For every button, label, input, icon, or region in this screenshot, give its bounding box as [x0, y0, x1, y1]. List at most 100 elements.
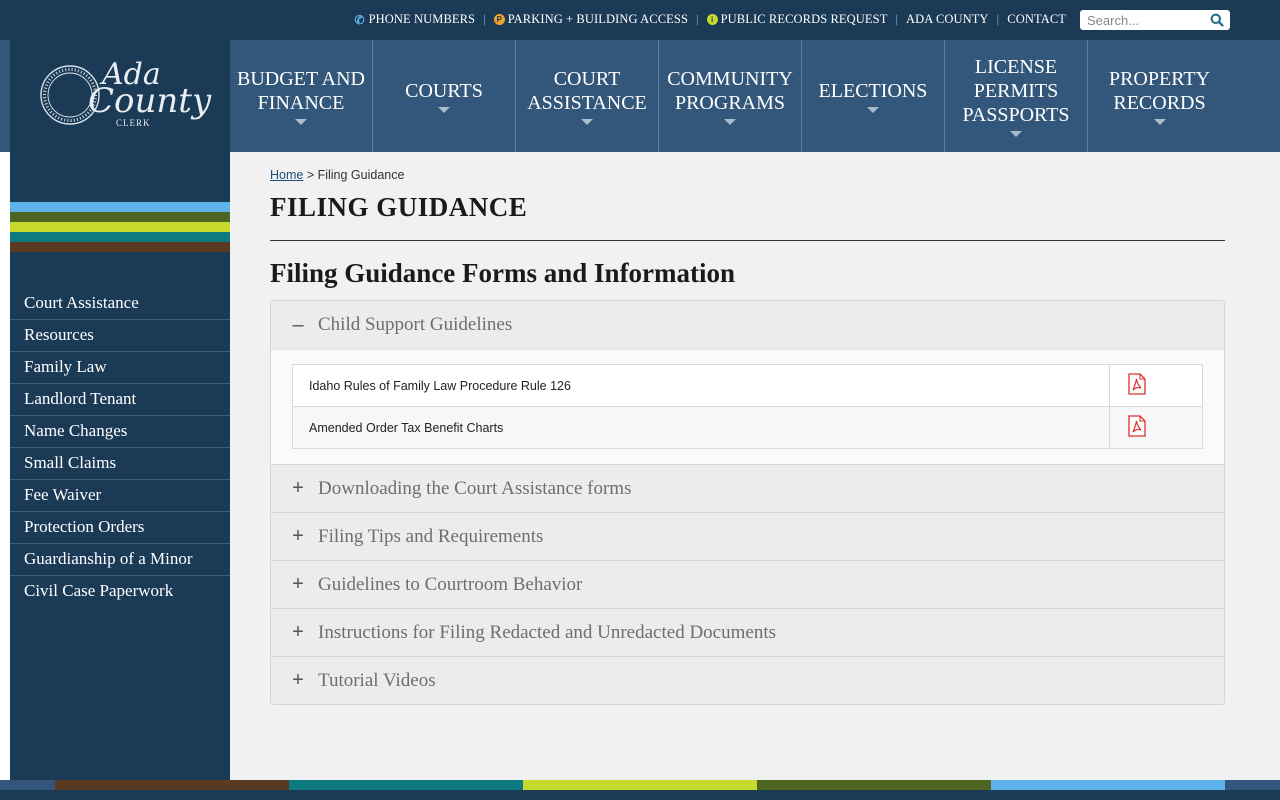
caret-down-icon	[867, 107, 879, 113]
expand-icon: +	[292, 621, 304, 643]
accordion-header-filing-tips[interactable]: + Filing Tips and Requirements	[271, 512, 1224, 560]
nav-court-assistance[interactable]: COURT ASSISTANCE	[516, 40, 659, 152]
nav-budget-finance[interactable]: BUDGET AND FINANCE	[230, 40, 373, 152]
accordion-title: Tutorial Videos	[318, 669, 436, 691]
expand-icon: +	[292, 477, 304, 499]
accordion-header-child-support[interactable]: – Child Support Guidelines	[271, 301, 1224, 349]
accordion-title: Child Support Guidelines	[318, 314, 513, 335]
sidebar-item-resources[interactable]: Resources	[10, 320, 230, 352]
caret-down-icon	[295, 119, 307, 125]
utility-bar: ✆ PHONE NUMBERS | P PARKING + BUILDING A…	[0, 0, 1280, 40]
search-box	[1080, 10, 1230, 30]
caret-down-icon	[1153, 119, 1166, 125]
nav-elections[interactable]: ELECTIONS	[802, 40, 945, 152]
utility-link-contact[interactable]: CONTACT	[1007, 12, 1066, 27]
nav-label-line: LICENSE	[974, 56, 1058, 78]
utility-separator: |	[996, 12, 1000, 26]
footer-stripe	[523, 780, 757, 790]
expand-icon: +	[292, 573, 304, 595]
nav-property-records[interactable]: PROPERTY RECORDS	[1088, 40, 1231, 152]
stripe-lime	[10, 222, 230, 232]
stripe-brown	[10, 242, 230, 252]
left-edge-strip	[0, 152, 10, 780]
utility-link-label: PUBLIC RECORDS REQUEST	[720, 12, 888, 26]
footer-stripe	[0, 780, 55, 790]
stripe-olive	[10, 212, 230, 222]
nav-label-line: PERMITS	[973, 80, 1059, 102]
table-row: Idaho Rules of Family Law Procedure Rule…	[292, 364, 1203, 407]
utility-link-phone-numbers[interactable]: ✆ PHONE NUMBERS	[354, 12, 476, 27]
accordion-header-tutorial-videos[interactable]: + Tutorial Videos	[271, 656, 1224, 704]
nav-community-programs[interactable]: COMMUNITY PROGRAMS	[659, 40, 802, 152]
nav-license-permits-passports[interactable]: LICENSE PERMITS PASSPORTS	[945, 40, 1088, 152]
parking-icon: P	[493, 14, 505, 25]
utility-link-label: PARKING + BUILDING ACCESS	[507, 12, 689, 26]
stripe-teal	[10, 232, 230, 242]
document-table: Idaho Rules of Family Law Procedure Rule…	[292, 364, 1203, 449]
sidebar-item-court-assistance[interactable]: Court Assistance	[10, 288, 230, 320]
accordion-header-redacted-documents[interactable]: + Instructions for Filing Redacted and U…	[271, 608, 1224, 656]
expand-icon: +	[292, 669, 304, 691]
sidebar-item-protection-orders[interactable]: Protection Orders	[10, 512, 230, 544]
document-file-cell	[1109, 406, 1203, 449]
footer-stripe	[757, 780, 991, 790]
pdf-icon[interactable]	[1128, 373, 1146, 395]
utility-link-label: CONTACT	[1007, 12, 1066, 26]
caret-down-icon	[1010, 131, 1022, 137]
footer-stripe	[1225, 780, 1280, 790]
utility-separator: |	[895, 12, 899, 26]
search-icon[interactable]	[1210, 13, 1224, 27]
nav-label-line: PROGRAMS	[674, 92, 786, 114]
breadcrumb: Home > Filing Guidance	[270, 168, 404, 182]
nav-courts[interactable]: COURTS	[373, 40, 516, 152]
utility-link-parking[interactable]: P PARKING + BUILDING ACCESS	[493, 12, 689, 27]
caret-down-icon	[724, 119, 736, 125]
accordion-panel-child-support: Idaho Rules of Family Law Procedure Rule…	[271, 349, 1224, 464]
logo-word-clerk: CLERK	[116, 118, 151, 128]
sidebar-item-family-law[interactable]: Family Law	[10, 352, 230, 384]
footer-stripe	[991, 780, 1225, 790]
stripe-blue	[10, 202, 230, 212]
breadcrumb-home-link[interactable]: Home	[270, 168, 303, 182]
nav-label-line: PASSPORTS	[962, 104, 1070, 126]
pdf-icon[interactable]	[1128, 415, 1146, 437]
footer-color-bar	[0, 780, 1280, 790]
accordion-header-courtroom-behavior[interactable]: + Guidelines to Courtroom Behavior	[271, 560, 1224, 608]
breadcrumb-current: Filing Guidance	[317, 168, 405, 182]
page-title: FILING GUIDANCE	[270, 192, 528, 222]
accordion-header-downloading-forms[interactable]: + Downloading the Court Assistance forms	[271, 464, 1224, 512]
utility-link-label: PHONE NUMBERS	[368, 12, 476, 26]
footer-stripe	[55, 780, 289, 790]
info-icon: i	[706, 14, 718, 25]
logo[interactable]: Ada County CLERK	[10, 40, 230, 152]
phone-icon: ✆	[354, 12, 365, 27]
accordion-title: Downloading the Court Assistance forms	[318, 477, 632, 499]
utility-link-public-records[interactable]: i PUBLIC RECORDS REQUEST	[706, 12, 888, 27]
title-divider	[270, 240, 1225, 241]
sidebar-item-name-changes[interactable]: Name Changes	[10, 416, 230, 448]
sidebar-item-guardianship-minor[interactable]: Guardianship of a Minor	[10, 544, 230, 576]
accordion-title: Filing Tips and Requirements	[318, 525, 544, 547]
nav-label-line: BUDGET AND	[237, 68, 365, 90]
utility-separator: |	[483, 12, 486, 26]
table-row: Amended Order Tax Benefit Charts	[292, 406, 1203, 449]
color-stripes	[10, 202, 230, 252]
nav-label-line: RECORDS	[1113, 92, 1206, 114]
utility-link-ada-county[interactable]: ADA COUNTY	[906, 12, 989, 27]
sidebar-item-civil-case-paperwork[interactable]: Civil Case Paperwork	[10, 576, 230, 608]
ada-county-clerk-seal-icon: Ada County CLERK	[40, 57, 212, 128]
section-heading: Filing Guidance Forms and Information	[270, 258, 736, 288]
document-file-cell	[1109, 364, 1203, 407]
utility-separator: |	[696, 12, 699, 26]
caret-down-icon	[438, 107, 450, 113]
search-input[interactable]	[1080, 11, 1206, 29]
document-name: Amended Order Tax Benefit Charts	[292, 406, 1110, 449]
collapse-icon: –	[292, 313, 304, 336]
nav-label-line: FINANCE	[257, 92, 345, 114]
sidebar-item-small-claims[interactable]: Small Claims	[10, 448, 230, 480]
sidebar-menu: Court Assistance Resources Family Law La…	[10, 288, 230, 608]
nav-label-line: COURTS	[405, 80, 483, 102]
sidebar-item-fee-waiver[interactable]: Fee Waiver	[10, 480, 230, 512]
footer-stripe	[289, 780, 523, 790]
sidebar-item-landlord-tenant[interactable]: Landlord Tenant	[10, 384, 230, 416]
